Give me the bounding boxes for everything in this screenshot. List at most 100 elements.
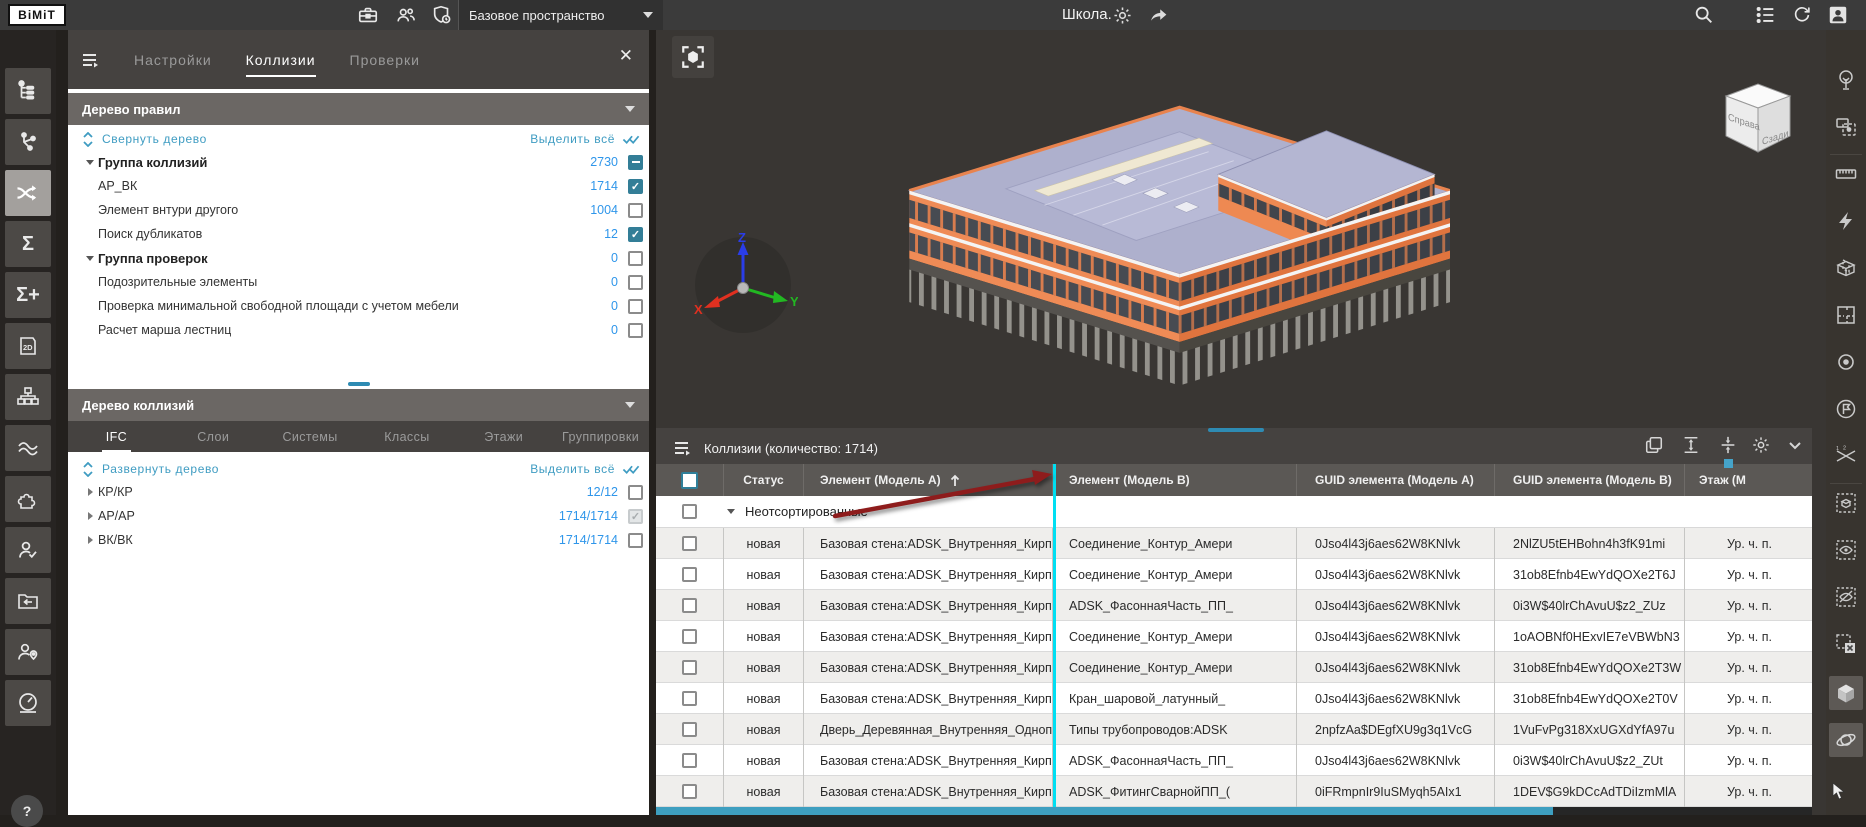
column-element-b[interactable]: Элемент (Модель B) <box>1053 464 1297 496</box>
panel-menu-icon[interactable] <box>82 52 100 68</box>
checkbox-unchecked[interactable] <box>628 485 643 500</box>
measure-ruler-tool[interactable] <box>1834 162 1858 186</box>
selection-sets-tool[interactable] <box>1834 115 1858 139</box>
workspace-selector[interactable]: Базовое пространство <box>459 0 663 30</box>
tab-collisions[interactable]: Коллизии <box>246 52 316 77</box>
expand-rows-button[interactable] <box>1678 432 1704 458</box>
select-all-link[interactable]: Выделить всё <box>530 132 615 146</box>
table-row[interactable]: новая Базовая стена:ADSK_Внутренняя_Кирп… <box>656 621 1812 652</box>
checkbox-indeterminate[interactable] <box>628 155 643 170</box>
section-cut-tool[interactable]: 12 <box>1834 444 1858 468</box>
tree-item-ar-vk[interactable]: АР_ВК 1714 <box>68 174 649 198</box>
building-model[interactable] <box>890 100 1450 390</box>
checkbox-checked[interactable] <box>628 227 643 242</box>
collisions-tool[interactable] <box>5 170 51 216</box>
tab-floors[interactable]: Этажи <box>455 430 552 444</box>
tab-settings[interactable]: Настройки <box>134 52 212 68</box>
collapse-panel-chevron-button[interactable] <box>1782 432 1808 458</box>
table-row[interactable]: новая Дверь_Деревянная_Внутренняя_Однопо… <box>656 714 1812 745</box>
approvals-user-check-tool[interactable] <box>5 527 51 573</box>
table-settings-gear-button[interactable] <box>1748 432 1774 458</box>
caret-right-icon[interactable] <box>82 512 98 520</box>
row-checkbox[interactable] <box>682 784 697 799</box>
close-icon[interactable]: ✕ <box>619 46 633 66</box>
shield-badge-icon[interactable] <box>430 3 454 27</box>
caret-down-icon[interactable] <box>723 509 739 514</box>
table-menu-icon[interactable] <box>674 440 692 456</box>
row-checkbox[interactable] <box>682 753 697 768</box>
section-resize-handle[interactable] <box>348 382 370 386</box>
column-guid-a[interactable]: GUID элемента (Модель A) <box>1297 464 1495 496</box>
table-row[interactable]: новая Базовая стена:ADSK_Внутренняя_Кирп… <box>656 776 1812 807</box>
trends-wave-tool[interactable] <box>5 425 51 471</box>
tab-systems[interactable]: Системы <box>262 430 359 444</box>
section-box-tool[interactable] <box>1834 256 1858 280</box>
ifc-item-ar[interactable]: АР/АР 1714/1714 <box>68 504 649 528</box>
collapse-rows-button[interactable] <box>1715 432 1741 458</box>
tree-item-stairs[interactable]: Расчет марша лестниц 0 <box>68 318 649 342</box>
table-row[interactable]: новая Базовая стена:ADSK_Внутренняя_Кирп… <box>656 745 1812 776</box>
sum-add-tool[interactable]: Σ+ <box>5 272 51 318</box>
table-row[interactable]: новая Базовая стена:ADSK_Внутренняя_Кирп… <box>656 683 1812 714</box>
plugins-puzzle-tool[interactable] <box>5 476 51 522</box>
checkbox-unchecked[interactable] <box>628 203 643 218</box>
caret-right-icon[interactable] <box>82 488 98 496</box>
scrollbar-thumb[interactable] <box>656 807 1553 815</box>
tree-item-min-area[interactable]: Проверка минимальной свободной площади с… <box>68 294 649 318</box>
navigation-cube[interactable]: Справа Сзади <box>1712 76 1804 160</box>
shaded-view-tool[interactable] <box>1829 676 1863 710</box>
table-row[interactable]: новая Базовая стена:ADSK_Внутренняя_Кирп… <box>656 652 1812 683</box>
double-check-icon[interactable] <box>621 133 641 146</box>
floorplan-tool[interactable] <box>1834 303 1858 327</box>
row-checkbox[interactable] <box>682 691 697 706</box>
hide-elements-tool[interactable] <box>1834 585 1858 609</box>
model-tree-tool[interactable] <box>5 68 51 114</box>
checkbox-unchecked[interactable] <box>628 299 643 314</box>
list-menu-icon[interactable] <box>1754 3 1778 27</box>
caret-down-icon[interactable] <box>82 256 98 261</box>
row-checkbox[interactable] <box>682 722 697 737</box>
table-row[interactable]: новая Базовая стена:ADSK_Внутренняя_Кирп… <box>656 590 1812 621</box>
collapse-tree-link[interactable]: Свернуть дерево <box>102 132 207 146</box>
sum-tool[interactable]: Σ <box>5 221 51 267</box>
history-sync-icon[interactable] <box>1790 3 1814 27</box>
collapse-expand-icon[interactable] <box>82 462 94 477</box>
checkbox-unchecked[interactable] <box>628 533 643 548</box>
environment-tree-tool[interactable] <box>1834 68 1858 92</box>
account-icon[interactable] <box>1826 3 1850 27</box>
help-button[interactable]: ? <box>11 795 43 827</box>
flag-marker-tool[interactable] <box>1834 397 1858 421</box>
graph-nodes-tool[interactable] <box>5 119 51 165</box>
tree-item-element-inside[interactable]: Элемент внтури другого 1004 <box>68 198 649 222</box>
select-all-link[interactable]: Выделить всё <box>530 462 615 476</box>
axis-gizmo[interactable]: Z X Y <box>688 230 798 340</box>
row-checkbox[interactable] <box>682 629 697 644</box>
checkbox-checked-muted[interactable] <box>628 509 643 524</box>
tab-ifc[interactable]: IFC <box>68 430 165 444</box>
clash-flash-tool[interactable] <box>1834 209 1858 233</box>
tab-groupings[interactable]: Группировки <box>552 430 649 444</box>
export-folder-tool[interactable] <box>5 578 51 624</box>
tab-checks[interactable]: Проверки <box>350 52 420 68</box>
share-icon[interactable] <box>1146 3 1170 27</box>
tree-item-duplicates[interactable]: Поиск дубликатов 12 <box>68 222 649 246</box>
collapse-expand-icon[interactable] <box>82 132 94 147</box>
column-status[interactable]: Статус <box>724 464 804 496</box>
group-checkbox[interactable] <box>682 504 697 519</box>
checkbox-checked[interactable] <box>628 179 643 194</box>
tree-item-check-group[interactable]: Группа проверок 0 <box>68 246 649 270</box>
row-checkbox[interactable] <box>682 567 697 582</box>
search-icon[interactable] <box>1692 3 1716 27</box>
structure-chart-tool[interactable] <box>5 374 51 420</box>
ifc-item-kr[interactable]: КР/КР 12/12 <box>68 480 649 504</box>
column-floor[interactable]: Этаж (М <box>1685 464 1812 496</box>
table-row[interactable]: новая Базовая стена:ADSK_Внутренняя_Кирп… <box>656 559 1812 590</box>
checkbox-unchecked[interactable] <box>628 275 643 290</box>
double-check-icon[interactable] <box>621 463 641 476</box>
row-checkbox[interactable] <box>682 536 697 551</box>
projects-briefcase-icon[interactable] <box>356 3 380 27</box>
select-all-checkbox[interactable] <box>681 472 698 489</box>
focus-target-tool[interactable] <box>1834 350 1858 374</box>
horizontal-scrollbar[interactable] <box>656 807 1812 815</box>
row-checkbox[interactable] <box>682 598 697 613</box>
